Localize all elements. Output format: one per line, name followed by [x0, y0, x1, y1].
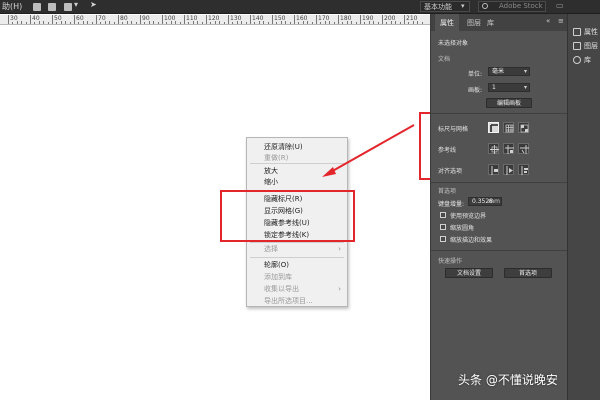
- layers-icon: [573, 42, 581, 50]
- units-select[interactable]: 毫米 ▾: [488, 67, 530, 76]
- collapse-icon[interactable]: «: [546, 17, 550, 25]
- keyboard-increment-label: 键盘增量:: [438, 201, 465, 208]
- section-divider: [431, 182, 568, 183]
- dock-label: 库: [584, 56, 591, 64]
- show-guides-icon[interactable]: [488, 143, 499, 154]
- dock-label: 属性: [584, 28, 598, 36]
- transparency-grid-icon[interactable]: [518, 122, 529, 133]
- section-divider: [431, 113, 568, 114]
- preferences-section-title: 首选项: [438, 188, 457, 195]
- no-selection-label: 未选择对象: [438, 40, 469, 47]
- keyboard-increment-input[interactable]: 0.3528 mm: [468, 197, 502, 206]
- dock-item-library[interactable]: 库: [573, 54, 600, 66]
- artboard-select[interactable]: 1 ▾: [488, 83, 530, 92]
- dock-label: 图层: [584, 42, 598, 50]
- section-divider: [431, 250, 568, 251]
- chevron-down-icon: ▾: [523, 68, 527, 75]
- preferences-button[interactable]: 首选项: [504, 268, 552, 278]
- panel-tabs: 属性 图层 库 « ≡: [431, 14, 568, 31]
- show-rulers-icon[interactable]: [488, 122, 499, 133]
- scale-strokes-checkbox[interactable]: [440, 236, 446, 242]
- rulers-grids-label: 标尺与网格: [438, 126, 469, 133]
- document-setup-button[interactable]: 文档设置: [445, 268, 493, 278]
- properties-panel: 属性 图层 库 « ≡ 未选择对象 文档 单位: 毫米 ▾ 画板: 1 ▾ 编辑…: [430, 14, 568, 400]
- properties-icon: [573, 28, 581, 36]
- artboard-value: 1: [492, 84, 496, 91]
- collapsed-panel-dock: 属性 图层 库: [567, 14, 600, 400]
- keyboard-increment-unit: mm: [488, 198, 500, 205]
- dock-item-layers[interactable]: 图层: [573, 40, 600, 52]
- edit-artboards-button[interactable]: 编辑画板: [486, 98, 532, 108]
- smart-guides-icon[interactable]: [518, 143, 529, 154]
- units-value: 毫米: [492, 68, 505, 75]
- tab-library[interactable]: 库: [487, 18, 494, 28]
- scale-strokes-label: 缩放描边和效果: [450, 237, 493, 244]
- panel-menu-icon[interactable]: ≡: [558, 17, 564, 25]
- scale-corners-checkbox[interactable]: [440, 224, 446, 230]
- preview-bounds-label: 使用预览边界: [450, 213, 487, 220]
- scale-corners-label: 缩放圆角: [450, 225, 475, 232]
- dock-item-properties[interactable]: 属性: [573, 26, 600, 38]
- tab-layers[interactable]: 图层: [467, 18, 481, 28]
- artboard-label: 画板:: [468, 87, 483, 94]
- watermark: 头条 @不懂说晚安: [458, 373, 558, 387]
- app-window: 助(H) ▾ ➤ 基本功能 ▾ Adobe Stock ▭ 30 40 50 60 70…: [0, 0, 600, 400]
- document-section-title: 文档: [438, 56, 451, 63]
- chevron-down-icon: ▾: [523, 84, 527, 91]
- guides-label: 参考线: [438, 147, 457, 154]
- library-icon: [573, 56, 581, 64]
- lock-guides-icon[interactable]: [503, 143, 514, 154]
- units-label: 单位:: [468, 71, 483, 78]
- tab-properties[interactable]: 属性: [435, 14, 459, 31]
- align-to-glyph-icon[interactable]: [518, 164, 529, 175]
- quick-actions-section-title: 快速操作: [438, 258, 463, 265]
- snap-to-point-icon[interactable]: [488, 164, 499, 175]
- show-grid-icon[interactable]: [503, 122, 514, 133]
- preview-bounds-checkbox[interactable]: [440, 212, 446, 218]
- align-options-label: 对齐选项: [438, 168, 463, 175]
- snap-to-pixel-icon[interactable]: [503, 164, 514, 175]
